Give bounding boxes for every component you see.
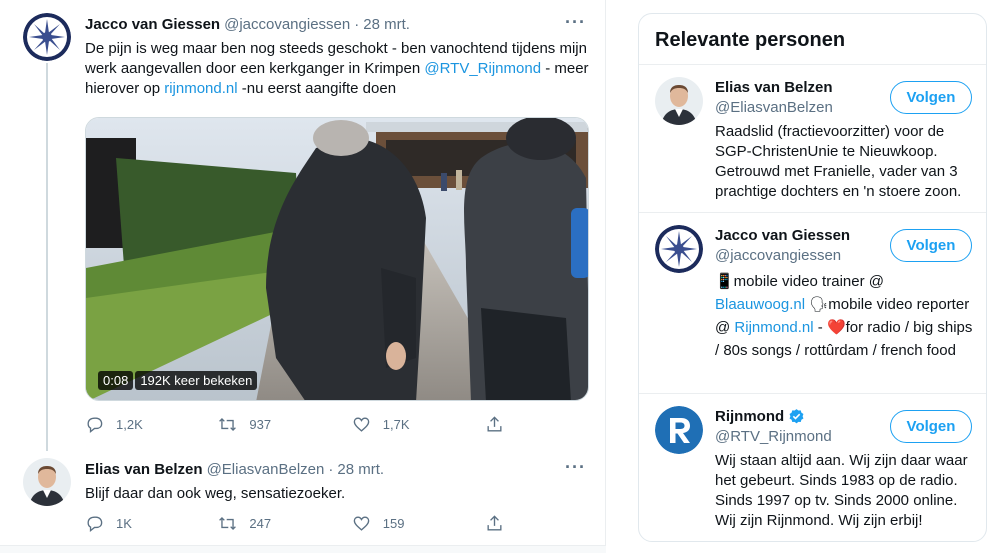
mention-link[interactable]: @RTV_Rijnmond bbox=[424, 60, 541, 77]
url-link[interactable]: rijnmond.nl bbox=[164, 80, 237, 97]
author-handle[interactable]: @jaccovangiessen bbox=[224, 16, 350, 33]
share-button[interactable] bbox=[485, 514, 515, 533]
reply-icon bbox=[87, 516, 103, 533]
retweet-icon bbox=[219, 418, 237, 431]
person-handle[interactable]: @jaccovangiessen bbox=[715, 247, 841, 264]
tweet-text: De pijn is weg maar ben nog steeds gesch… bbox=[85, 39, 595, 99]
retweet-button[interactable]: 937 bbox=[218, 415, 351, 434]
follow-button[interactable]: Volgen bbox=[890, 410, 972, 443]
relevant-people-panel: Relevante personen Elias van Belzen @Eli… bbox=[638, 13, 987, 542]
retweet-icon bbox=[219, 517, 237, 530]
verified-icon bbox=[789, 409, 804, 424]
share-button[interactable] bbox=[485, 415, 515, 434]
like-icon bbox=[353, 516, 370, 531]
video-badge: 0:08 192K keer bekeken bbox=[98, 371, 258, 390]
like-count: 1,7K bbox=[382, 417, 410, 432]
tweet-date[interactable]: 28 mrt. bbox=[337, 461, 384, 478]
reply-icon bbox=[87, 417, 103, 434]
thread-line bbox=[46, 63, 48, 451]
person-name[interactable]: Rijnmond bbox=[715, 408, 805, 425]
person-name[interactable]: Elias van Belzen bbox=[715, 79, 833, 96]
timeline-divider bbox=[0, 545, 606, 553]
retweet-button[interactable]: 247 bbox=[218, 514, 351, 533]
reply-count: 1K bbox=[116, 516, 132, 531]
like-icon bbox=[353, 417, 370, 432]
bio-link[interactable]: Rijnmond.nl bbox=[734, 319, 813, 336]
avatar-jacco-icon bbox=[655, 225, 703, 273]
person-card[interactable]: Rijnmond @RTV_Rijnmond Volgen Wij staan … bbox=[639, 393, 986, 541]
ellipsis-icon[interactable]: ··· bbox=[565, 12, 586, 33]
author-handle[interactable]: @EliasvanBelzen bbox=[207, 461, 325, 478]
person-name-text: Rijnmond bbox=[715, 408, 785, 425]
bio-link[interactable]: Blaauwoog.nl bbox=[715, 296, 805, 313]
avatar-elias-icon bbox=[655, 77, 703, 125]
person-bio: Raadslid (fractievoorzitter) voor de SGP… bbox=[715, 123, 962, 200]
person-bio: Wij staan altijd aan. Wij zijn daar waar… bbox=[715, 452, 968, 529]
avatar-rijnmond-icon bbox=[655, 406, 703, 454]
avatar[interactable] bbox=[655, 406, 703, 454]
separator: · bbox=[354, 16, 360, 33]
share-icon bbox=[487, 515, 502, 531]
author-name[interactable]: Elias van Belzen bbox=[85, 461, 203, 478]
person-handle[interactable]: @EliasvanBelzen bbox=[715, 99, 833, 116]
reply-button[interactable]: 1,2K bbox=[85, 415, 218, 434]
avatar-elias-icon bbox=[23, 458, 71, 506]
person-name[interactable]: Jacco van Giessen bbox=[715, 227, 850, 244]
avatar[interactable] bbox=[23, 13, 71, 61]
follow-button[interactable]: Volgen bbox=[890, 229, 972, 262]
video-views: 192K keer bekeken bbox=[135, 371, 258, 390]
video-frame bbox=[86, 118, 588, 400]
like-button[interactable]: 1,7K bbox=[352, 415, 485, 434]
tweet[interactable]: Elias van Belzen @EliasvanBelzen · 28 mr… bbox=[0, 450, 606, 545]
timeline: Jacco van Giessen @jaccovangiessen · 28 … bbox=[0, 0, 606, 553]
retweet-count: 937 bbox=[249, 417, 272, 432]
person-name-text: Jacco van Giessen bbox=[715, 227, 851, 244]
person-card[interactable]: Jacco van Giessen @jaccovangiessen Volge… bbox=[639, 212, 986, 393]
person-bio: 📱mobile video trainer @ Blaauwoog.nl 🗣mo… bbox=[715, 270, 977, 362]
separator: · bbox=[328, 461, 334, 478]
panel-title: Relevante personen bbox=[655, 29, 846, 51]
tweet[interactable]: Jacco van Giessen @jaccovangiessen · 28 … bbox=[0, 0, 606, 451]
reply-button[interactable]: 1K bbox=[85, 514, 218, 533]
reply-count: 1,2K bbox=[116, 417, 143, 432]
retweet-count: 247 bbox=[249, 516, 272, 531]
follow-button[interactable]: Volgen bbox=[890, 81, 972, 114]
avatar-jacco-icon bbox=[23, 13, 71, 61]
video-player[interactable]: 0:08 192K keer bekeken bbox=[85, 117, 589, 401]
person-name-text: Elias van Belzen bbox=[715, 79, 833, 96]
tweet-text: Blijf daar dan ook weg, sensatiezoeker. bbox=[85, 485, 346, 502]
person-handle[interactable]: @RTV_Rijnmond bbox=[715, 428, 832, 445]
tweet-date[interactable]: 28 mrt. bbox=[363, 16, 410, 33]
ellipsis-icon[interactable]: ··· bbox=[565, 457, 586, 478]
bio-text-part: 📱mobile video trainer @ bbox=[715, 273, 884, 290]
video-duration: 0:08 bbox=[98, 371, 134, 390]
tweet-header: Jacco van Giessen @jaccovangiessen · 28 … bbox=[85, 16, 410, 33]
tweet-actions: 1,2K 937 1,7K bbox=[85, 415, 515, 434]
avatar[interactable] bbox=[655, 77, 703, 125]
avatar[interactable] bbox=[23, 458, 71, 506]
tweet-actions: 1K 247 159 bbox=[85, 514, 515, 533]
avatar[interactable] bbox=[655, 225, 703, 273]
author-name[interactable]: Jacco van Giessen bbox=[85, 16, 220, 33]
like-button[interactable]: 159 bbox=[352, 514, 485, 533]
tweet-header: Elias van Belzen @EliasvanBelzen · 28 mr… bbox=[85, 461, 384, 478]
tweet-text-part: -nu eerst aangifte doen bbox=[237, 80, 397, 97]
share-icon bbox=[487, 416, 502, 432]
like-count: 159 bbox=[382, 516, 405, 531]
person-card[interactable]: Elias van Belzen @EliasvanBelzen Volgen … bbox=[639, 64, 986, 212]
